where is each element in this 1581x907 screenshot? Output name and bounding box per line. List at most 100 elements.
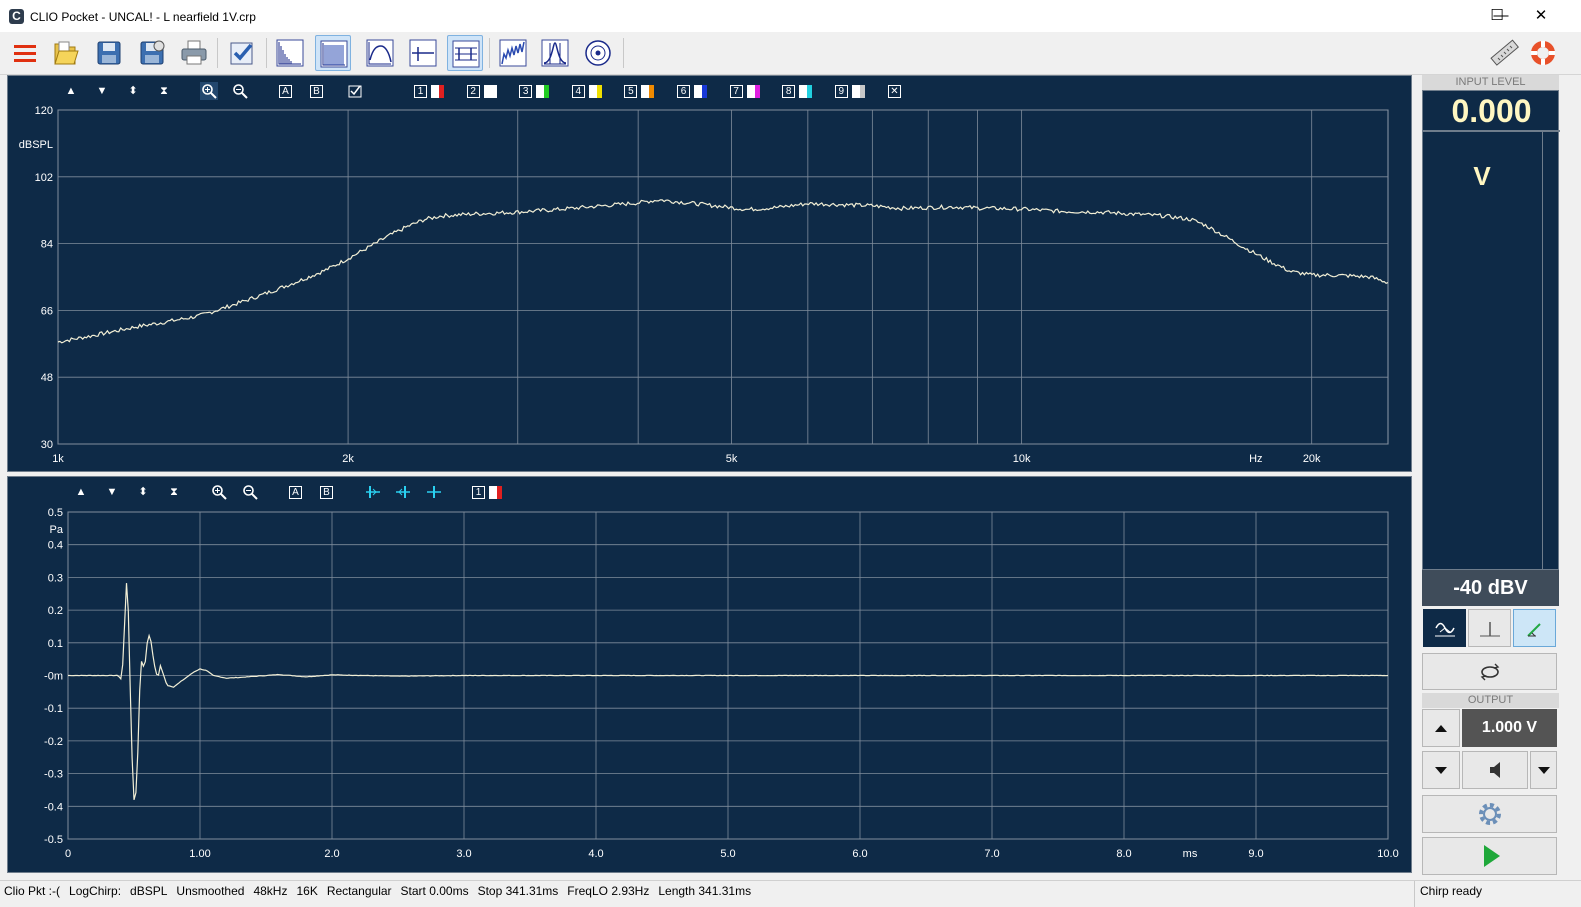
input-range-value[interactable]: -40 dBV	[1422, 570, 1559, 606]
triangle-up-icon	[1435, 725, 1447, 732]
fft-icon	[276, 39, 304, 67]
loop-icon	[1480, 663, 1499, 681]
status-info: Clio Pkt :-(LogChirp: dBSPL Unsmoothed 48kH…	[4, 884, 760, 898]
app-logo: C	[9, 9, 24, 24]
status-divider	[1414, 881, 1415, 907]
play-icon	[1483, 845, 1500, 867]
y-tick-label: -0.2	[44, 736, 63, 748]
save-icon	[97, 41, 121, 65]
save-as-button[interactable]	[134, 35, 170, 71]
status-smoothing: Unsmoothed	[176, 884, 245, 898]
input-level-header: INPUT LEVEL	[1422, 75, 1559, 90]
status-sample-rate: 48kHz	[253, 884, 288, 898]
status-message: Chirp ready	[1420, 884, 1483, 898]
checkbox-icon	[230, 42, 253, 65]
status-length: Length 341.31ms	[658, 884, 752, 898]
ac-coupling-icon	[1434, 622, 1455, 637]
x-tick-label: 3.0	[456, 848, 471, 860]
plot-area	[57, 109, 1389, 445]
y-tick-label: -0.4	[44, 801, 63, 813]
close-button[interactable]: ✕	[1518, 0, 1564, 32]
calibration-button[interactable]	[224, 35, 260, 71]
y-tick-label: 0.5	[48, 507, 63, 519]
spectrum-icon	[499, 39, 527, 67]
ruler-icon	[1490, 39, 1520, 66]
chevron-down-icon	[1537, 767, 1550, 774]
sinusoidal-icon	[366, 39, 394, 67]
waterfall-button[interactable]	[405, 35, 441, 71]
y-tick-label: -0.3	[44, 769, 63, 781]
x-tick-label: 0	[65, 848, 71, 860]
x-tick-label: 10k	[1013, 453, 1031, 465]
x-tick-label: 5k	[726, 453, 738, 465]
impulse-pulse-icon	[1479, 622, 1500, 637]
y-tick-label: 0.1	[48, 638, 63, 650]
x-tick-label: 2k	[342, 453, 354, 465]
loop-button[interactable]	[1422, 653, 1557, 690]
maximize-button[interactable]: ☐	[1474, 0, 1520, 32]
x-tick-label: 4.0	[588, 848, 603, 860]
input-impulse-button[interactable]	[1468, 609, 1511, 647]
help-button[interactable]	[1525, 35, 1561, 71]
status-freq-lo: FreqLO 2.93Hz	[567, 884, 650, 898]
y-tick-label: 30	[41, 439, 53, 451]
waterfall-icon	[409, 39, 437, 67]
sinusoidal-button[interactable]	[362, 35, 398, 71]
input-level-value: 0.000	[1451, 93, 1532, 129]
toolbar-separator	[266, 38, 267, 68]
y-tick-label: 0.4	[48, 540, 63, 552]
status-window: Rectangular	[326, 884, 392, 898]
open-folder-icon	[54, 41, 79, 65]
open-button[interactable]	[47, 35, 83, 71]
print-button[interactable]	[176, 35, 212, 71]
fft-button[interactable]	[272, 35, 308, 71]
x-tick-label: 1k	[52, 453, 64, 465]
x-tick-label: 2.0	[324, 848, 339, 860]
impulse-button[interactable]	[447, 35, 483, 71]
status-stop: Stop 341.31ms	[477, 884, 559, 898]
input-level-bar	[1542, 132, 1558, 569]
status-start: Start 0.00ms	[400, 884, 469, 898]
x-tick-label: 5.0	[720, 848, 735, 860]
toolbar-separator	[217, 38, 218, 68]
polar-icon	[585, 40, 611, 66]
input-ac-button[interactable]	[1423, 609, 1466, 647]
output-mute-button[interactable]	[1462, 751, 1528, 789]
ruler-button[interactable]	[1487, 35, 1523, 71]
y-tick-label: 84	[41, 239, 53, 251]
input-phantom-button[interactable]	[1513, 609, 1556, 647]
y-tick-label: 102	[35, 172, 53, 184]
input-level-unit: V	[1473, 161, 1491, 191]
hamburger-icon	[14, 45, 36, 62]
y-tick-label: 48	[41, 372, 53, 384]
mls-button[interactable]	[315, 35, 351, 71]
thd-button[interactable]	[537, 35, 573, 71]
x-tick-label: 20k	[1303, 453, 1321, 465]
y-tick-label: 66	[41, 305, 53, 317]
frequency-response-chart[interactable]: 30 48 66 84 102 120 1k 2k 5k 10k 20k dBSPL Hz	[8, 76, 1413, 473]
status-stimulus: LogChirp:	[69, 884, 122, 898]
status-size: 16K	[296, 884, 318, 898]
output-dropdown-button[interactable]	[1530, 751, 1557, 789]
impulse-response-chart[interactable]: -0.5 -0.4 -0.3 -0.2 -0.1 -0m 0.1 0.2 0.3 0.4 0.5 0 1…	[8, 477, 1413, 874]
go-button[interactable]	[1422, 837, 1557, 875]
input-level-meter: 0.000 V	[1422, 90, 1560, 570]
triangle-down-icon	[1435, 767, 1447, 774]
thd-icon	[541, 39, 569, 67]
title-bar: C CLIO Pocket - UNCAL! - L nearfield 1V.…	[0, 0, 1581, 32]
spectrum-button[interactable]	[495, 35, 531, 71]
y-axis-label: dBSPL	[19, 139, 53, 151]
x-tick-label: 6.0	[852, 848, 867, 860]
status-device: Clio Pkt :-(	[4, 884, 61, 898]
x-tick-label: 7.0	[984, 848, 999, 860]
settings-button[interactable]	[1422, 795, 1557, 833]
polar-button[interactable]	[580, 35, 616, 71]
output-up-button[interactable]	[1422, 709, 1460, 747]
menu-button[interactable]	[7, 35, 43, 71]
save-button[interactable]	[91, 35, 127, 71]
output-down-button[interactable]	[1422, 751, 1460, 789]
probe-icon	[1526, 623, 1541, 637]
toolbar-separator	[489, 38, 490, 68]
x-tick-label: 9.0	[1248, 848, 1263, 860]
window-title: CLIO Pocket - UNCAL! - L nearfield 1V.cr…	[30, 10, 256, 24]
